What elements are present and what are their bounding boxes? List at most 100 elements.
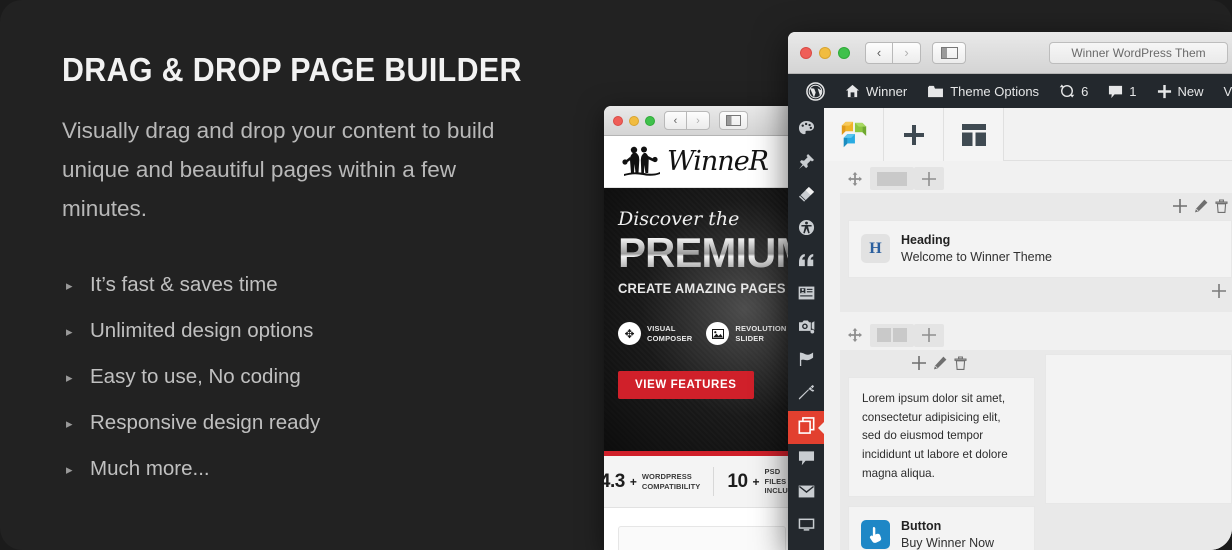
adminbar-label: Theme Options xyxy=(950,83,1040,99)
row-move-handle[interactable] xyxy=(840,324,870,347)
feature-label: Responsive design ready xyxy=(90,411,321,435)
back-button[interactable]: ‹ xyxy=(664,111,687,130)
adminbar-wordpress-logo[interactable] xyxy=(796,74,835,108)
vc-element-heading[interactable]: H Heading Welcome to Winner Theme xyxy=(848,220,1232,278)
vc-columns: H Heading Welcome to Winner Theme xyxy=(848,220,1232,304)
sidebar-item-pages[interactable] xyxy=(788,411,824,444)
traffic-lights xyxy=(613,115,655,126)
screen-icon xyxy=(798,518,815,536)
hero-headline: PREMIUM xyxy=(618,229,800,276)
adminbar-new-content[interactable]: New xyxy=(1147,74,1214,108)
sidebar-item-appearance[interactable] xyxy=(788,114,824,147)
sidebar-item-editor[interactable] xyxy=(788,180,824,213)
feature-label: Much more... xyxy=(90,457,210,481)
vc-row-2: Lorem ipsum dolor sit amet, consectetur … xyxy=(824,318,1232,550)
stats-bar: 4.3 + WORDPRESS COMPATIBILITY 10 + PSD F… xyxy=(604,456,800,508)
feature-label: Easy to use, No coding xyxy=(90,365,301,389)
forward-button[interactable]: › xyxy=(687,111,710,130)
wp-admin-sidebar xyxy=(788,108,824,550)
templates-button[interactable] xyxy=(944,108,1004,161)
page-title: DRAG & DROP PAGE BUILDER xyxy=(62,51,522,88)
element-subtitle: Buy Winner Now xyxy=(901,535,995,550)
view-features-button[interactable]: VIEW FEATURES xyxy=(618,371,754,399)
pages-icon xyxy=(798,416,815,439)
sidebar-item-portfolio[interactable] xyxy=(788,345,824,378)
delete-trash-icon[interactable] xyxy=(954,356,967,373)
comment-icon xyxy=(1108,84,1123,99)
sidebar-toggle-icon[interactable] xyxy=(932,41,966,64)
bullet-arrow-icon: ▸ xyxy=(66,277,73,293)
admin-browser-window: ‹ › Winner WordPress Them Winner Theme O… xyxy=(788,32,1232,550)
vc-element-text-block[interactable]: Lorem ipsum dolor sit amet, consectetur … xyxy=(848,376,1035,497)
row-layout-one-column[interactable] xyxy=(870,167,914,190)
row-layout-two-column[interactable] xyxy=(870,323,914,347)
sidebar-toggle-icon[interactable] xyxy=(719,111,748,130)
pin-icon xyxy=(798,153,815,175)
vc-toolbar xyxy=(824,108,1232,161)
element-title: Heading xyxy=(901,233,951,247)
site-logo-bar: WinneR xyxy=(604,136,800,188)
forward-button[interactable]: › xyxy=(893,41,921,64)
hero-subline: CREATE AMAZING PAGES WITHIN xyxy=(618,281,800,296)
admin-body: H Heading Welcome to Winner Theme Lorem … xyxy=(788,108,1232,550)
zoom-button-icon[interactable] xyxy=(645,115,655,126)
feature-list: ▸ It’s fast & saves time ▸ Unlimited des… xyxy=(62,262,600,492)
minimize-button-icon[interactable] xyxy=(819,46,831,59)
close-button-icon[interactable] xyxy=(613,115,623,126)
edit-pencil-icon[interactable] xyxy=(1194,199,1208,216)
bullet-arrow-icon: ▸ xyxy=(66,323,73,339)
sidebar-item-mail[interactable] xyxy=(788,477,824,510)
sidebar-item-testimonials[interactable] xyxy=(788,246,824,279)
list-item: ▸ It’s fast & saves time xyxy=(62,262,600,308)
sidebar-item-media[interactable] xyxy=(788,312,824,345)
row-add-element[interactable] xyxy=(914,323,944,347)
close-button-icon[interactable] xyxy=(800,46,812,59)
visual-composer-logo[interactable] xyxy=(824,108,884,161)
site-brand: WinneR xyxy=(667,146,769,177)
promo-subtitle: Visually drag and drop your content to b… xyxy=(62,118,495,221)
add-element-below[interactable] xyxy=(848,278,1232,304)
sidebar-item-accessibility[interactable] xyxy=(788,213,824,246)
sidebar-item-settings[interactable] xyxy=(788,510,824,543)
sidebar-item-tools[interactable] xyxy=(788,378,824,411)
edit-pencil-icon[interactable] xyxy=(933,356,947,373)
traffic-lights xyxy=(800,46,850,59)
element-subtitle: Welcome to Winner Theme xyxy=(901,249,1052,264)
element-title: Button xyxy=(901,518,942,533)
adminbar-theme-options[interactable]: Theme Options xyxy=(917,74,1049,108)
vc-element-placeholder[interactable] xyxy=(1045,353,1232,504)
adminbar-site-name[interactable]: Winner xyxy=(835,74,917,108)
adminbar-view-page[interactable]: View xyxy=(1214,74,1232,108)
add-icon[interactable] xyxy=(1173,199,1187,216)
window-title[interactable]: Winner WordPress Them xyxy=(1049,41,1228,64)
sidebar-item-comments[interactable] xyxy=(788,444,824,477)
add-element-button[interactable] xyxy=(884,108,944,161)
minimize-button-icon[interactable] xyxy=(629,115,639,126)
adminbar-count: 6 xyxy=(1081,83,1089,99)
badge-visual-composer: ✥ VISUAL COMPOSER xyxy=(618,322,692,345)
sidebar-item-contacts[interactable] xyxy=(788,279,824,312)
vc-element-button[interactable]: Button Buy Winner Now xyxy=(848,505,1035,550)
zoom-button-icon[interactable] xyxy=(838,46,850,59)
adminbar-updates[interactable]: 6 xyxy=(1049,74,1098,108)
plus-icon xyxy=(903,124,924,145)
add-icon[interactable] xyxy=(912,355,926,373)
promo-banner: DRAG & DROP PAGE BUILDER Visually drag a… xyxy=(0,0,1232,550)
move-icon xyxy=(848,171,862,186)
bullet-arrow-icon: ▸ xyxy=(66,461,73,477)
adminbar-comments[interactable]: 1 xyxy=(1098,74,1146,108)
sidebar-item-pinned[interactable] xyxy=(788,147,824,180)
delete-trash-icon[interactable] xyxy=(1215,199,1228,216)
row-add-element[interactable] xyxy=(914,167,944,190)
vc-column: H Heading Welcome to Winner Theme xyxy=(848,220,1232,304)
feature-card xyxy=(618,526,786,550)
button-pointer-icon xyxy=(861,520,890,550)
stat-label: WORDPRESS COMPATIBILITY xyxy=(641,472,701,491)
stat-psd-files: 10 + PSD FILES INCLUDED xyxy=(713,467,800,496)
heading-icon: H xyxy=(861,234,890,264)
back-button[interactable]: ‹ xyxy=(865,41,893,64)
palette-icon xyxy=(798,120,815,142)
adminbar-label: Winner xyxy=(866,83,908,99)
list-item: ▸ Responsive design ready xyxy=(62,400,600,446)
row-move-handle[interactable] xyxy=(840,167,870,190)
